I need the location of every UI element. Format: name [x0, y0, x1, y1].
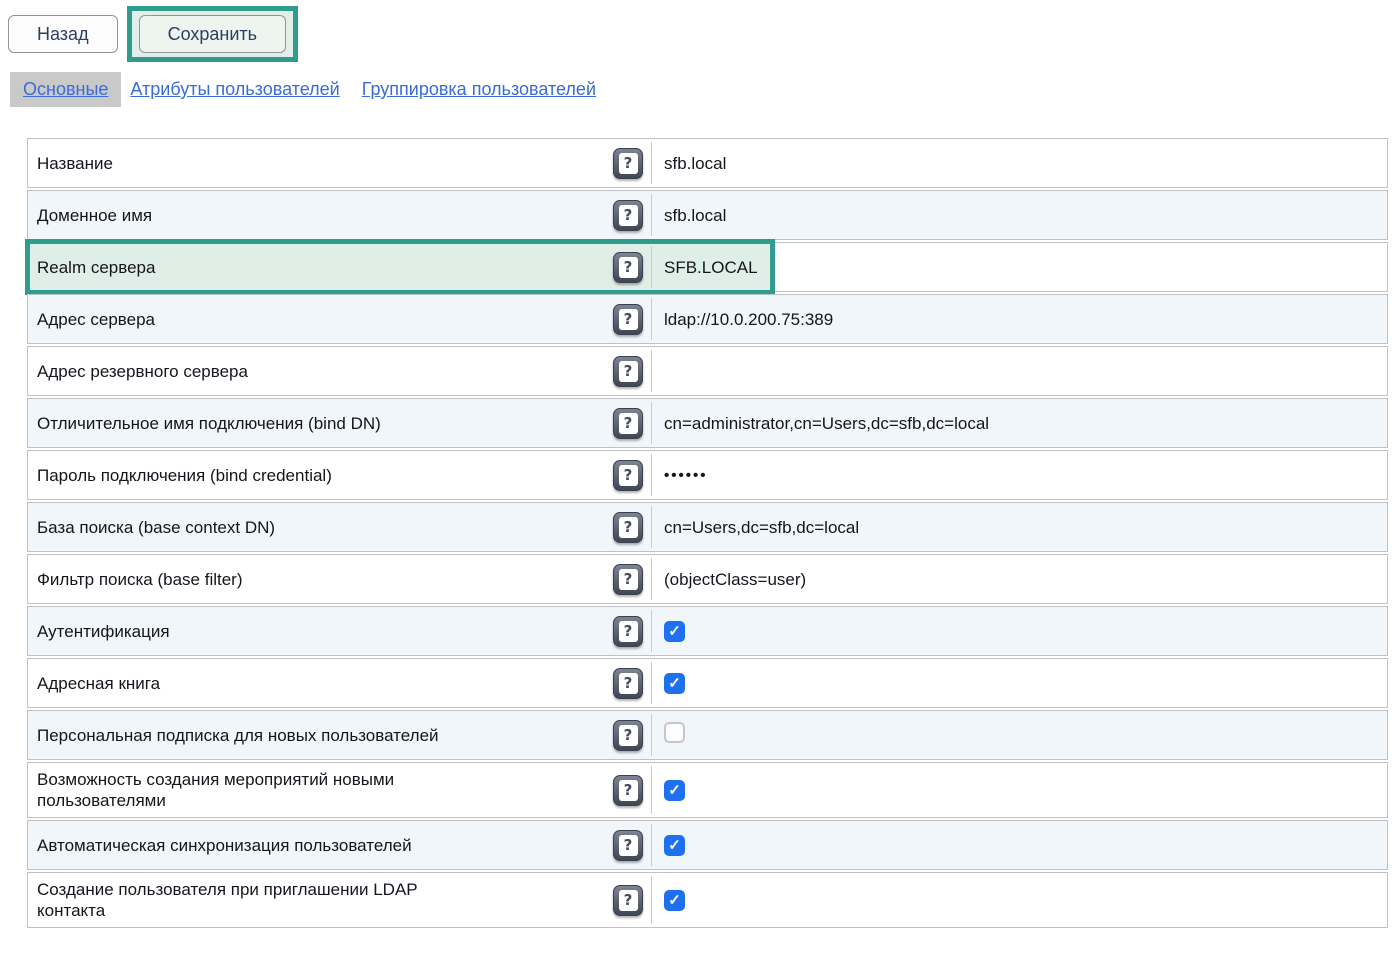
row-name: Название ? sfb.local [27, 138, 1388, 188]
row-event-creation: Возможность создания мероприятий новыми … [27, 762, 1388, 818]
row-ldap-contact-creation: Создание пользователя при приглашении LD… [27, 872, 1388, 928]
row-base-filter: Фильтр поиска (base filter) ? (objectCla… [27, 554, 1388, 604]
field-label: Адресная книга [28, 667, 493, 700]
help-icon[interactable]: ? [613, 200, 643, 231]
field-value-name[interactable]: sfb.local [652, 147, 1387, 180]
help-icon[interactable]: ? [613, 616, 643, 647]
tab-main[interactable]: Основные [10, 72, 121, 107]
field-label: Адрес резервного сервера [28, 355, 493, 388]
field-value-base-filter[interactable]: (objectClass=user) [652, 563, 1387, 596]
tab-user-attributes[interactable]: Атрибуты пользователей [130, 79, 339, 100]
help-icon[interactable]: ? [613, 252, 643, 283]
row-realm: Realm сервера ? SFB.LOCAL [27, 242, 1388, 292]
field-value-domain[interactable]: sfb.local [652, 199, 1387, 232]
help-icon[interactable]: ? [613, 564, 643, 595]
toolbar: Назад Сохранить [8, 4, 1400, 64]
field-label: Возможность создания мероприятий новыми … [28, 763, 493, 817]
row-auto-sync: Автоматическая синхронизация пользовател… [27, 820, 1388, 870]
field-value-backup-server[interactable] [652, 365, 1387, 377]
field-label: Создание пользователя при приглашении LD… [28, 873, 493, 927]
back-button[interactable]: Назад [8, 15, 118, 53]
row-bind-credential: Пароль подключения (bind credential) ? •… [27, 450, 1388, 500]
checkbox-ldap-contact-creation[interactable]: ✓ [664, 890, 685, 911]
field-label: Название [28, 147, 493, 180]
field-label: Аутентификация [28, 615, 493, 648]
field-value-base-context[interactable]: cn=Users,dc=sfb,dc=local [652, 511, 1387, 544]
checkbox-auto-sync[interactable]: ✓ [664, 835, 685, 856]
tab-user-grouping[interactable]: Группировка пользователей [362, 79, 596, 100]
checkbox-authentication[interactable]: ✓ [664, 621, 685, 642]
help-icon[interactable]: ? [613, 668, 643, 699]
save-annotation-box: Сохранить [127, 6, 298, 62]
field-label: Доменное имя [28, 199, 493, 232]
help-icon[interactable]: ? [613, 512, 643, 543]
field-label: База поиска (base context DN) [28, 511, 493, 544]
help-icon[interactable]: ? [613, 885, 643, 916]
row-backup-server-address: Адрес резервного сервера ? [27, 346, 1388, 396]
field-label: Персональная подписка для новых пользова… [28, 719, 493, 752]
help-icon[interactable]: ? [613, 148, 643, 179]
row-server-address: Адрес сервера ? ldap://10.0.200.75:389 [27, 294, 1388, 344]
help-icon[interactable]: ? [613, 775, 643, 806]
help-icon[interactable]: ? [613, 408, 643, 439]
row-base-context-dn: База поиска (base context DN) ? cn=Users… [27, 502, 1388, 552]
field-value-password[interactable]: •••••• [652, 459, 1387, 492]
row-domain-name: Доменное имя ? sfb.local [27, 190, 1388, 240]
help-icon[interactable]: ? [613, 830, 643, 861]
field-label: Пароль подключения (bind credential) [28, 459, 493, 492]
ldap-settings-table: Название ? sfb.local Доменное имя ? sfb.… [27, 138, 1388, 928]
field-label: Адрес сервера [28, 303, 493, 336]
field-label: Автоматическая синхронизация пользовател… [28, 829, 493, 862]
save-button[interactable]: Сохранить [139, 15, 286, 53]
help-icon[interactable]: ? [613, 720, 643, 751]
help-icon[interactable]: ? [613, 304, 643, 335]
row-address-book: Адресная книга ? ✓ [27, 658, 1388, 708]
row-personal-subscription: Персональная подписка для новых пользова… [27, 710, 1388, 760]
field-value-bind-dn[interactable]: cn=administrator,cn=Users,dc=sfb,dc=loca… [652, 407, 1387, 440]
checkbox-personal-subscription[interactable]: ✓ [664, 722, 685, 743]
field-label: Realm сервера [28, 251, 493, 284]
tabs-bar: Основные Атрибуты пользователей Группиро… [10, 72, 1400, 107]
checkbox-event-creation[interactable]: ✓ [664, 780, 685, 801]
row-bind-dn: Отличительное имя подключения (bind DN) … [27, 398, 1388, 448]
help-icon[interactable]: ? [613, 460, 643, 491]
field-label: Фильтр поиска (base filter) [28, 563, 493, 596]
field-value-realm[interactable]: SFB.LOCAL [652, 251, 1387, 284]
checkbox-address-book[interactable]: ✓ [664, 673, 685, 694]
help-icon[interactable]: ? [613, 356, 643, 387]
field-label: Отличительное имя подключения (bind DN) [28, 407, 493, 440]
row-authentication: Аутентификация ? ✓ [27, 606, 1388, 656]
field-value-server-address[interactable]: ldap://10.0.200.75:389 [652, 303, 1387, 336]
